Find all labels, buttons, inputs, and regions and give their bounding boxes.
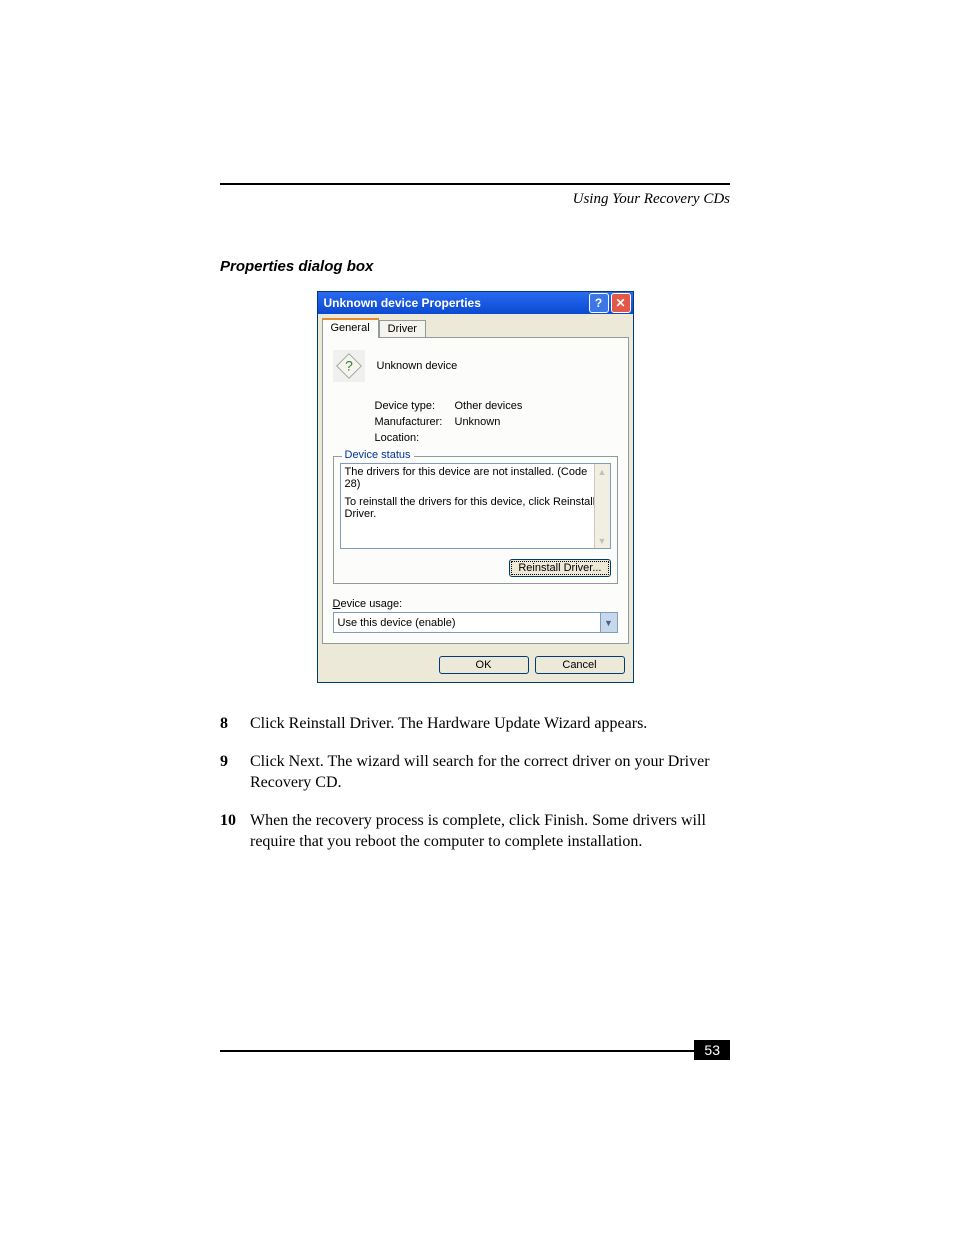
tab-panel-general: ? Unknown device Device type: Other devi… (322, 337, 629, 644)
step-number: 10 (220, 810, 250, 853)
step-number: 8 (220, 713, 250, 735)
label-manufacturer: Manufacturer: (375, 416, 455, 428)
titlebar-buttons: ? ✕ (589, 293, 631, 313)
step-8: 8 Click Reinstall Driver. The Hardware U… (220, 713, 730, 735)
bottom-rule (220, 1050, 730, 1052)
scroll-down-icon[interactable]: ▼ (595, 533, 610, 548)
scrollbar[interactable]: ▲ ▼ (594, 464, 610, 548)
cancel-button[interactable]: Cancel (535, 656, 625, 674)
value-device-type: Other devices (455, 400, 523, 412)
top-rule (220, 183, 730, 185)
page-content: Using Your Recovery CDs Properties dialo… (220, 183, 730, 869)
page-number: 53 (694, 1040, 730, 1060)
figure-caption: Properties dialog box (220, 258, 730, 275)
svg-text:?: ? (345, 357, 353, 373)
help-button[interactable]: ? (589, 293, 609, 313)
titlebar: Unknown device Properties ? ✕ (318, 292, 633, 314)
device-header: ? Unknown device (333, 350, 618, 382)
instruction-steps: 8 Click Reinstall Driver. The Hardware U… (220, 713, 730, 853)
running-head: Using Your Recovery CDs (220, 191, 730, 208)
step-10: 10 When the recovery process is complete… (220, 810, 730, 853)
device-usage-select[interactable]: Use this device (enable) ▼ (333, 612, 618, 633)
step-9: 9 Click Next. The wizard will search for… (220, 751, 730, 794)
label-device-type: Device type: (375, 400, 455, 412)
tab-general[interactable]: General (322, 318, 379, 338)
dialog-buttons: OK Cancel (318, 648, 633, 682)
value-manufacturer: Unknown (455, 416, 501, 428)
tab-driver[interactable]: Driver (379, 320, 426, 337)
step-number: 9 (220, 751, 250, 794)
step-text: Click Next. The wizard will search for t… (250, 751, 730, 794)
step-text: Click Reinstall Driver. The Hardware Upd… (250, 713, 730, 735)
dialog-figure: Unknown device Properties ? ✕ General Dr… (220, 291, 730, 683)
reinstall-driver-button[interactable]: Reinstall Driver... (509, 559, 610, 577)
device-name: Unknown device (377, 360, 458, 372)
device-status-legend: Device status (342, 449, 414, 461)
usage-rest: evice usage: (340, 598, 402, 610)
question-chip-icon: ? (333, 350, 365, 382)
page-footer: 53 (220, 1050, 730, 1052)
status-line-2: To reinstall the drivers for this device… (345, 496, 606, 520)
properties-dialog: Unknown device Properties ? ✕ General Dr… (317, 291, 634, 683)
status-line-1: The drivers for this device are not inst… (345, 466, 606, 490)
device-status-text: The drivers for this device are not inst… (340, 463, 611, 549)
device-usage-value: Use this device (enable) (334, 617, 600, 629)
device-info: Device type: Other devices Manufacturer:… (375, 400, 618, 444)
ok-button[interactable]: OK (439, 656, 529, 674)
window-title: Unknown device Properties (324, 296, 481, 310)
device-status-group: Device status The drivers for this devic… (333, 456, 618, 584)
close-button[interactable]: ✕ (611, 293, 631, 313)
tabstrip: General Driver (318, 314, 633, 337)
step-text: When the recovery process is complete, c… (250, 810, 730, 853)
scroll-up-icon[interactable]: ▲ (595, 464, 610, 479)
label-location: Location: (375, 432, 455, 444)
device-usage-label: Device usage: (333, 598, 618, 610)
chevron-down-icon[interactable]: ▼ (600, 613, 617, 632)
